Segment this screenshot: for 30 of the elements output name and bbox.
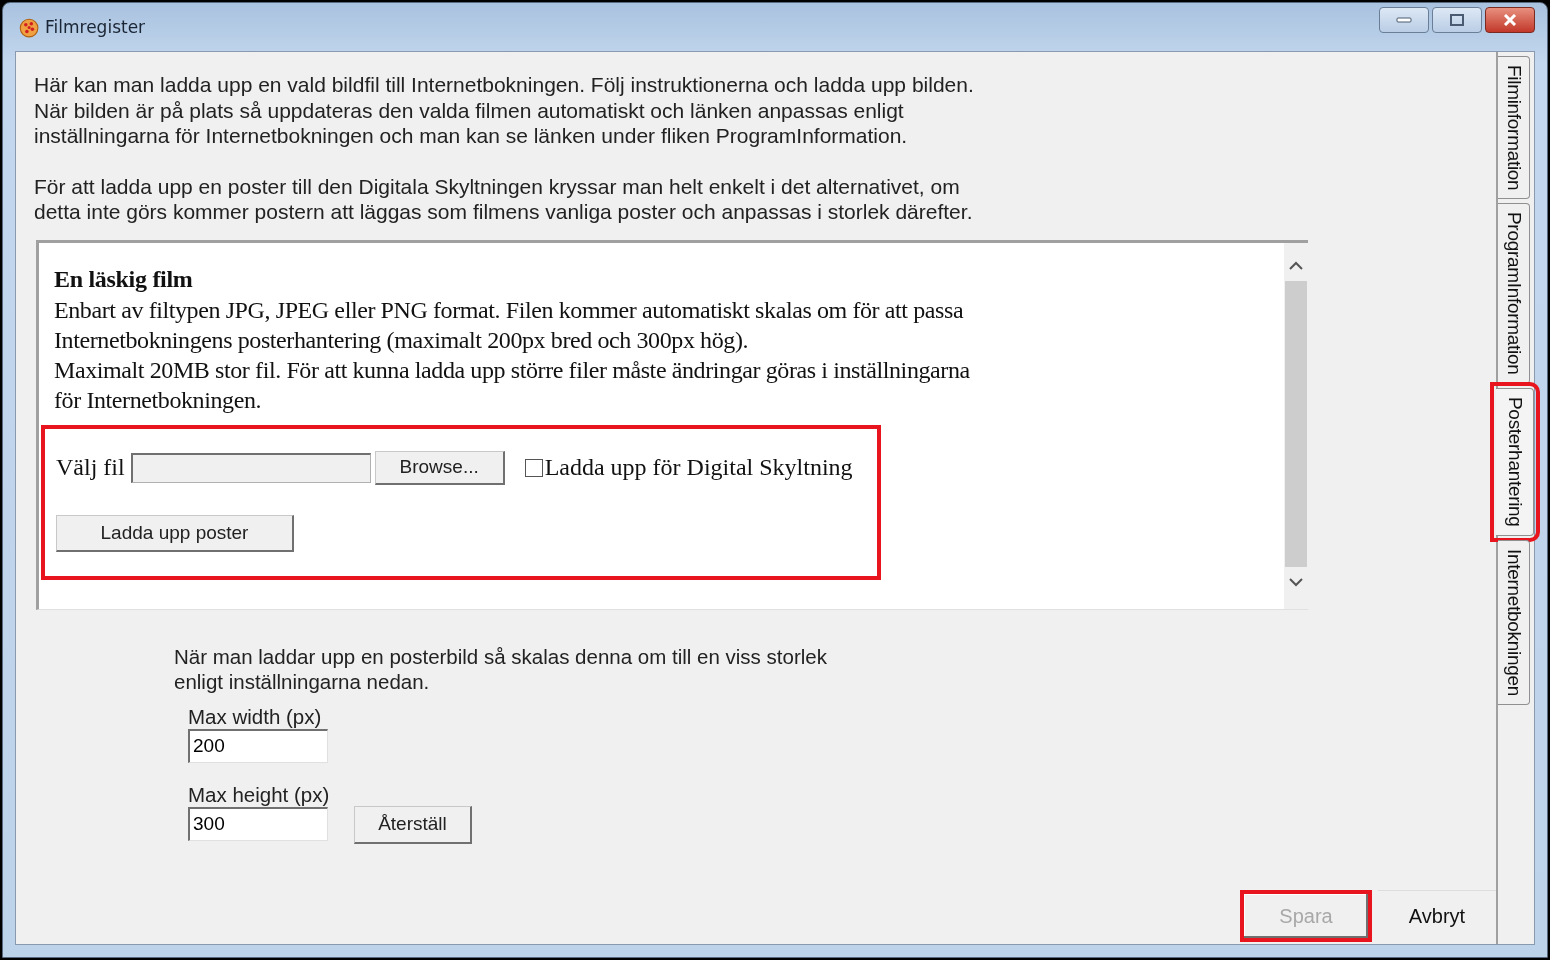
scrollbar[interactable] <box>1284 242 1308 609</box>
reset-button[interactable]: Återställ <box>354 805 472 844</box>
scale-note: När man laddar upp en posterbild så skalas denna om till en viss storlek enligt inställningarna nedan. <box>174 643 828 695</box>
file-field[interactable] <box>130 452 371 483</box>
minimize-button[interactable] <box>1379 7 1429 33</box>
checkbox[interactable] <box>524 458 543 477</box>
scroll-down-icon[interactable] <box>1288 576 1304 587</box>
file-label: Välj fil <box>56 454 125 481</box>
checkbox-label: Ladda upp för Digital Skyltning <box>544 454 853 481</box>
intro-text: Här kan man ladda upp en vald bildfil till Internetbokningen. Följ instruktionerna och ladda upp bilden. När bilden är på plats så uppdateras den valda filmen automatiskt och länken anpassas enligt inställningarna för Internetbokningen och man kan se länken under fliken ProgramInformation. <box>34 72 975 149</box>
upload-button[interactable]: Ladda upp poster <box>56 514 294 552</box>
max-width-field[interactable]: 200 <box>188 728 328 763</box>
max-width-label: Max width (px) <box>188 704 322 729</box>
max-height-label: Max height (px) <box>188 782 330 807</box>
side-tab[interactable]: Filminformation <box>1498 56 1530 200</box>
browse-button[interactable]: Browse... <box>374 450 505 485</box>
app-icon <box>17 16 39 38</box>
maximize-button[interactable] <box>1432 7 1482 33</box>
scroll-up-icon[interactable] <box>1288 260 1304 271</box>
window-title: Filmregister <box>45 17 146 37</box>
close-button[interactable] <box>1485 7 1535 33</box>
instructions-text: Enbart av filtypen JPG, JPEG eller PNG format. Filen kommer automatiskt skalas om för att passa Internetbokningens posterhantering (maximalt 200px bred och 300px hög). Maximalt 20MB stor fil. För att kunna ladda upp större filer måste ändringar göras i inställningarna för Internetbokningen. <box>54 295 971 415</box>
maximize-icon <box>1450 14 1464 26</box>
minimize-icon <box>1396 17 1412 23</box>
max-height-field[interactable]: 300 <box>188 806 328 841</box>
close-icon <box>1502 14 1518 26</box>
side-tab[interactable]: ProgramInformation <box>1498 203 1530 384</box>
side-tab[interactable]: Internetbokningen <box>1498 539 1530 705</box>
intro-text: För att ladda upp en poster till den Digitala Skyltningen kryssar man helt enkelt i det alternativet, om detta inte görs kommer postern att läggas som filmens vanliga poster och anpassas i storlek därefter. <box>34 173 974 225</box>
movie-title: En läskig film <box>54 264 194 293</box>
